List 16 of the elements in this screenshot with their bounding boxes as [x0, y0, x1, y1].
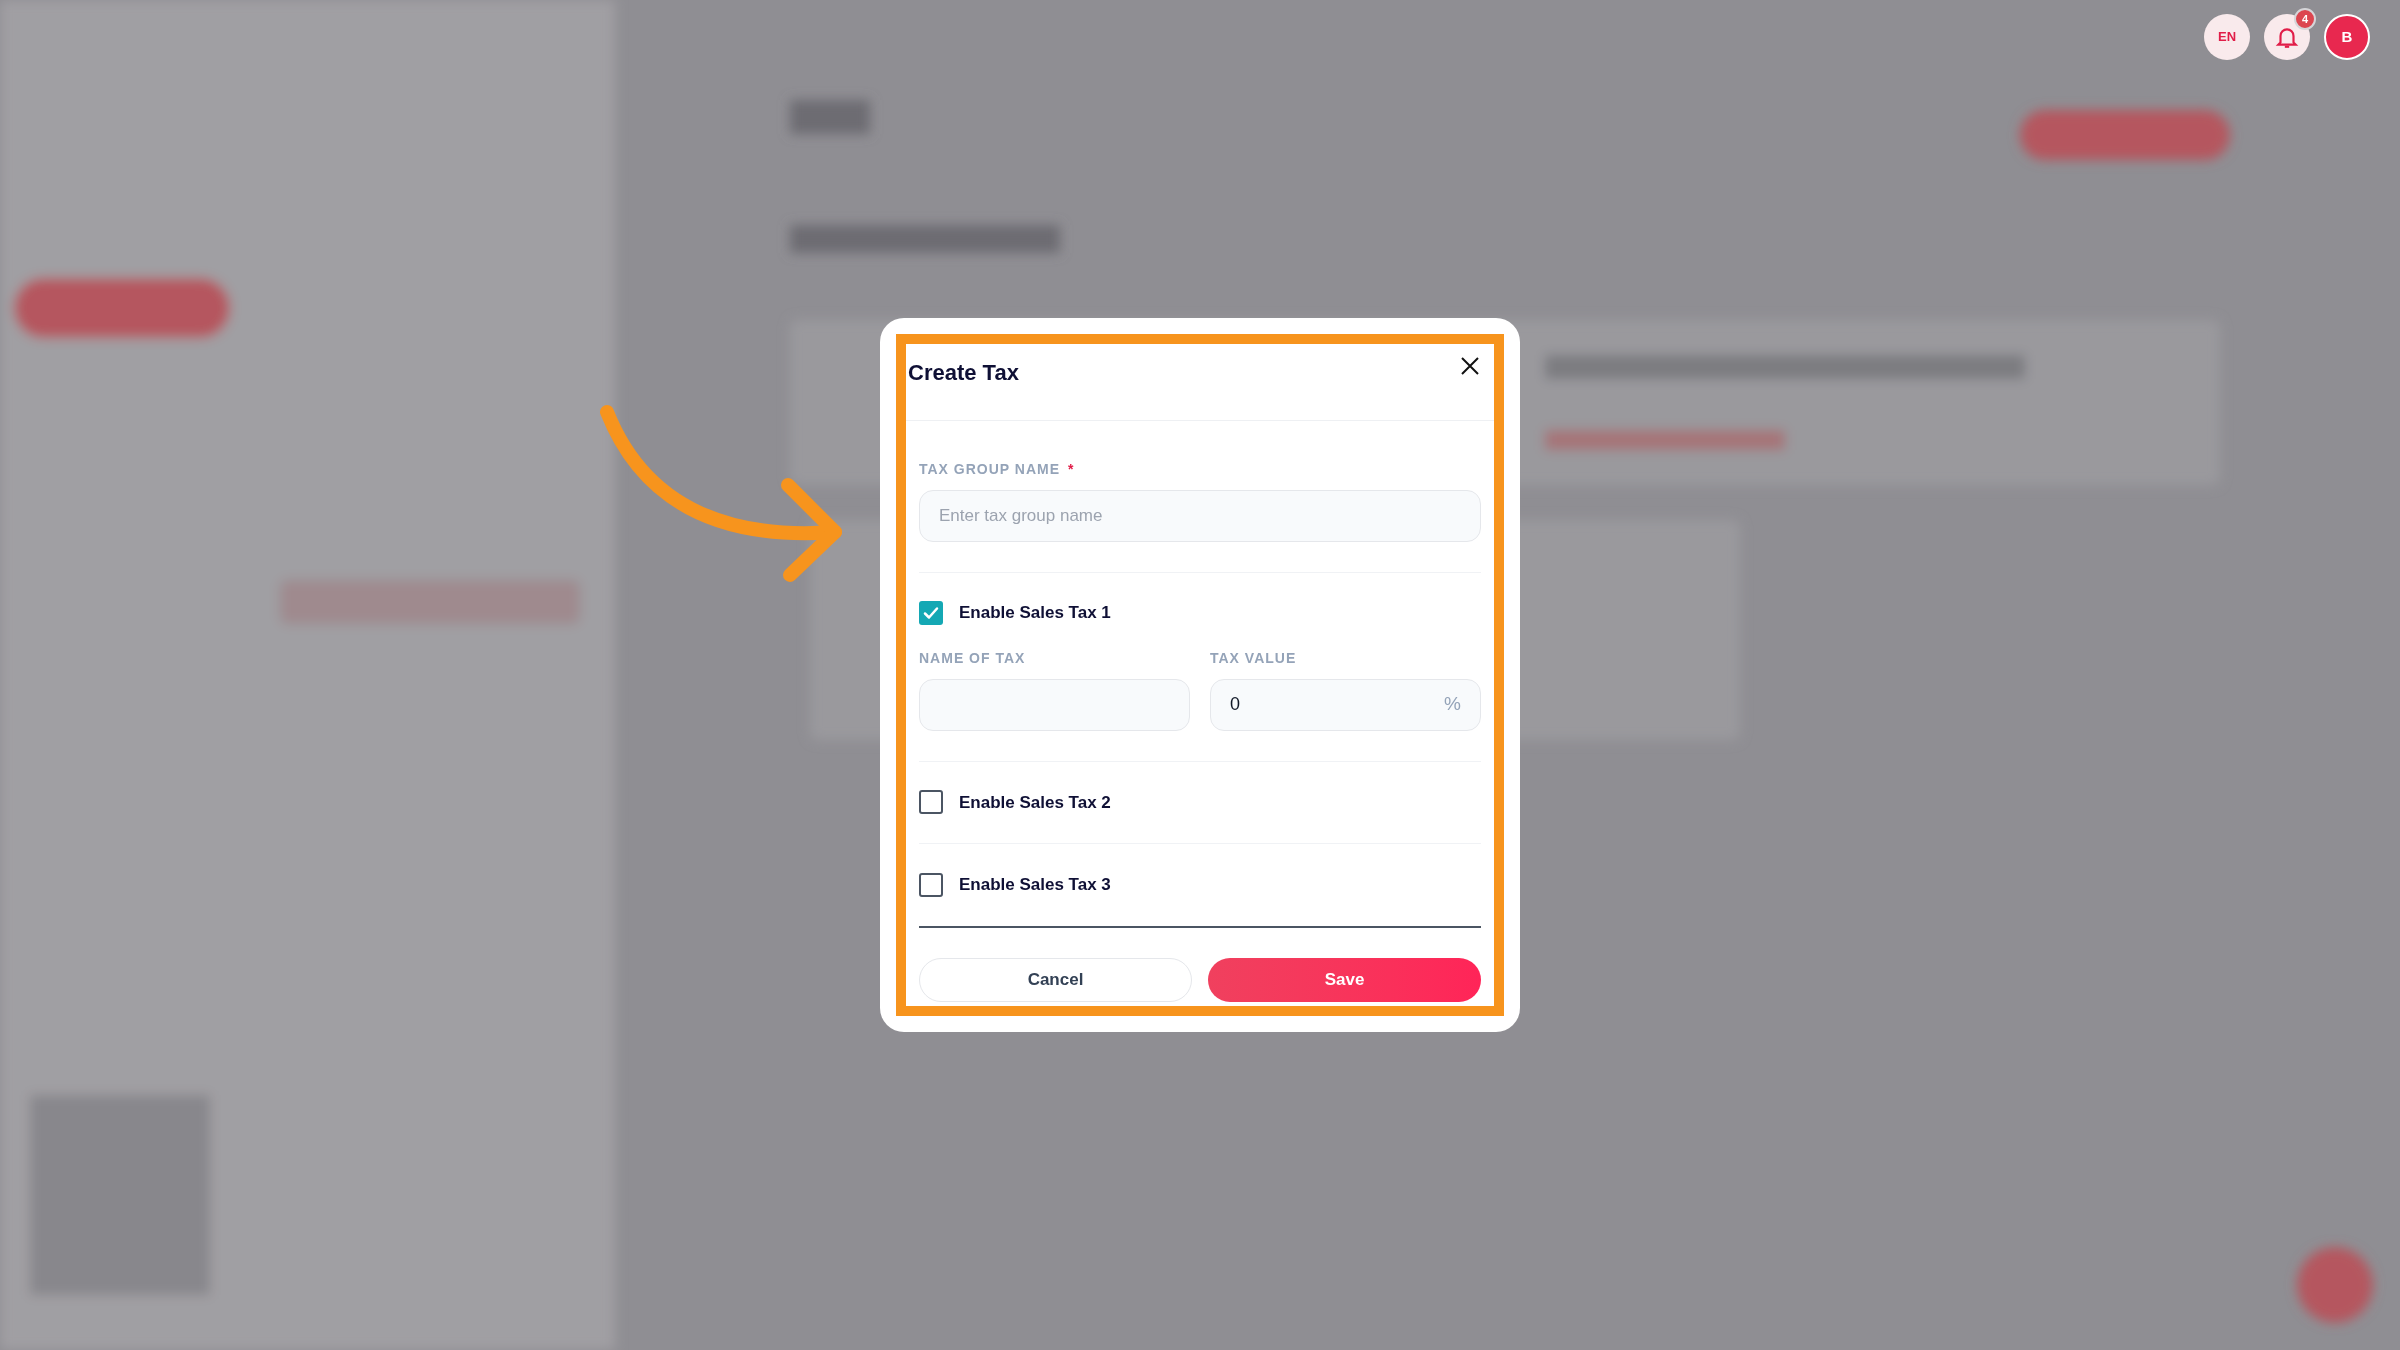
checkbox-label: Enable Sales Tax 2: [959, 791, 1111, 814]
field-label: TAX GROUP NAME: [919, 460, 1061, 479]
avatar[interactable]: B: [2324, 14, 2370, 60]
checkbox-label: Enable Sales Tax 1: [959, 602, 1111, 624]
dialog-title: Create Tax: [908, 359, 1019, 387]
field-label: NAME OF TAX: [919, 648, 1027, 668]
checkbox-label: Enable Sales Tax 3: [959, 874, 1111, 896]
save-button[interactable]: Save: [1208, 957, 1481, 1002]
notification-count-badge: 4: [2294, 8, 2316, 30]
required-marker: *: [1068, 460, 1074, 479]
percent-unit: %: [1444, 692, 1461, 717]
cancel-button[interactable]: Cancel: [919, 957, 1192, 1002]
tax-value-field[interactable]: 0 %: [1210, 678, 1481, 731]
tax-group-name-field[interactable]: Enter tax group name: [919, 490, 1481, 542]
field-label: TAX VALUE: [1210, 648, 1298, 668]
language-button[interactable]: EN: [2204, 14, 2250, 60]
